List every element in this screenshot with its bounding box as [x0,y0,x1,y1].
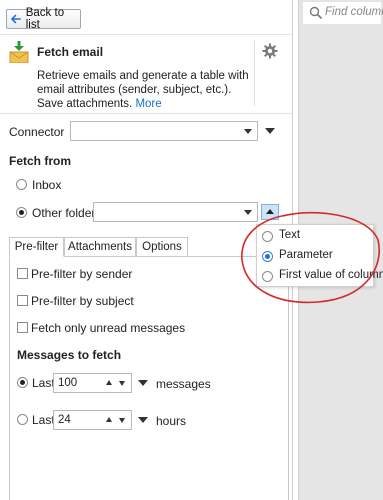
connector-label: Connector [9,125,65,139]
increment-icon[interactable] [106,380,112,385]
tab-options[interactable]: Options [136,237,188,257]
messages-count-value: 100 [58,377,78,389]
gear-icon[interactable] [262,43,278,59]
more-link[interactable]: More [135,98,161,110]
search-icon [309,6,323,20]
option-text-radio[interactable] [262,231,273,242]
back-to-list-button[interactable]: Back to list [6,7,81,31]
find-column-input[interactable]: Find column [303,2,383,24]
unread-only-checkbox[interactable] [17,322,28,333]
connector-type-dropdown-icon[interactable] [265,128,275,134]
messages-unit-label: messages [156,377,211,391]
connector-select[interactable] [70,121,258,141]
back-to-list-label: Back to list [25,7,65,31]
value-type-dropdown-toggle[interactable] [261,204,279,220]
messages-count-stepper[interactable]: 100 [53,373,132,393]
inbox-label: Inbox [32,178,62,192]
messages-type-dropdown-icon[interactable] [138,380,148,386]
option-text-label[interactable]: Text [279,229,300,241]
other-folder-label: Other folder [32,206,96,220]
prefilter-sender-label: Pre-filter by sender [31,267,133,281]
other-folder-select[interactable] [93,202,258,222]
chevron-down-icon [244,210,252,215]
last-messages-radio[interactable] [17,377,28,388]
decrement-icon[interactable] [119,418,125,423]
decrement-icon[interactable] [119,381,125,386]
arrow-left-icon [11,14,21,24]
last-hours-label: Last [32,413,55,427]
option-parameter-radio[interactable] [262,251,273,262]
tab-attachments[interactable]: Attachments [64,237,136,257]
node-title: Fetch email [37,45,104,59]
option-parameter-label[interactable]: Parameter [279,249,333,261]
hours-count-value: 24 [58,414,71,426]
unread-only-label: Fetch only unread messages [31,321,186,335]
option-first-value-label[interactable]: First value of column [279,269,383,281]
fetch-from-heading: Fetch from [9,154,72,168]
fetch-email-icon [9,41,29,63]
hours-unit-label: hours [156,414,187,428]
tab-pre-filter[interactable]: Pre-filter [9,237,64,257]
section-divider [0,113,293,114]
hours-count-stepper[interactable]: 24 [53,410,132,430]
find-column-placeholder: Find column [325,6,383,18]
prefilter-subject-checkbox[interactable] [17,295,28,306]
prefilter-subject-label: Pre-filter by subject [31,294,134,308]
other-folder-radio[interactable] [16,207,27,218]
chevron-up-icon [266,209,274,214]
node-description: Retrieve emails and generate a table wit… [37,69,257,111]
increment-icon[interactable] [106,417,112,422]
last-messages-label: Last [32,376,55,390]
value-type-popup: Text Parameter First value of column [256,224,383,287]
prefilter-sender-checkbox[interactable] [17,268,28,279]
hours-type-dropdown-icon[interactable] [138,417,148,423]
header-divider [0,34,293,35]
inbox-radio[interactable] [16,179,27,190]
chevron-down-icon [244,129,252,134]
last-hours-radio[interactable] [17,414,28,425]
messages-to-fetch-heading: Messages to fetch [17,348,122,362]
option-first-value-radio[interactable] [262,271,273,282]
